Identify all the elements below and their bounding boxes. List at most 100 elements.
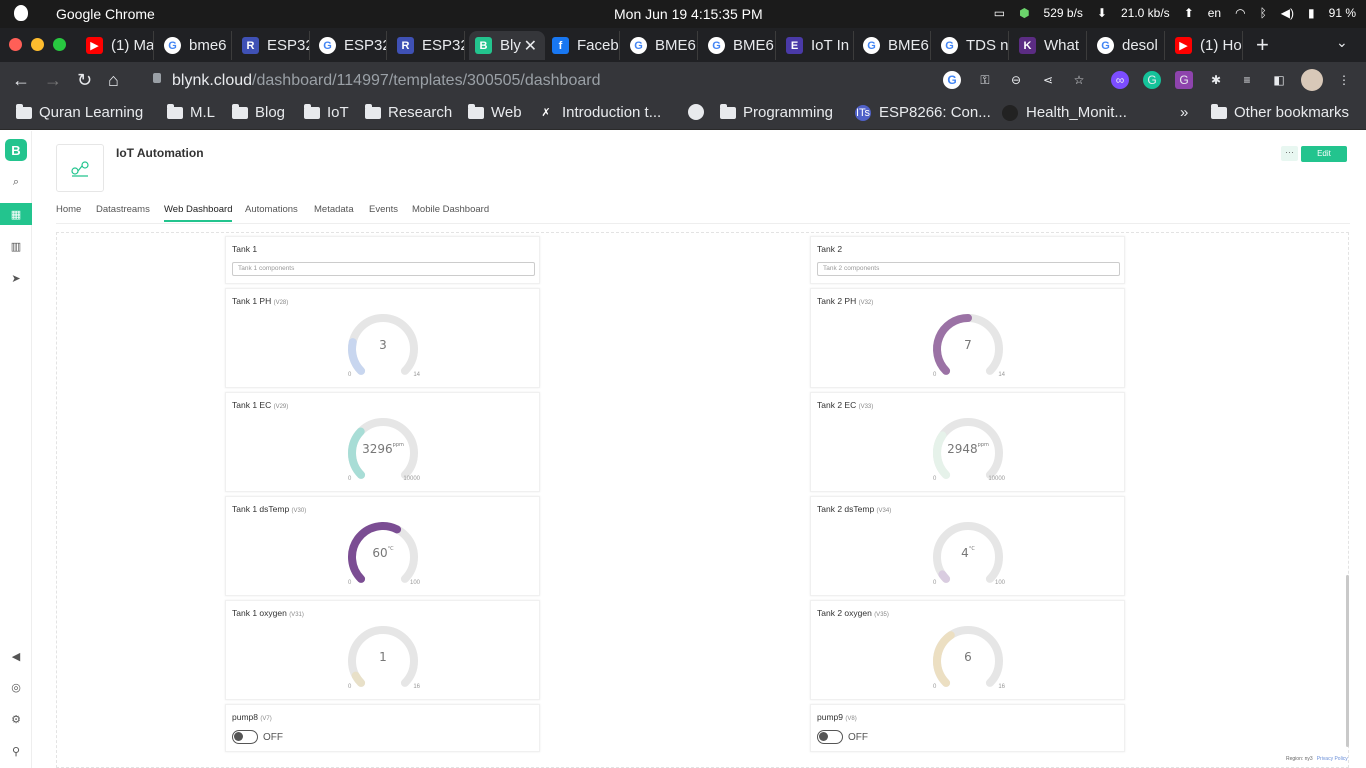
zoom-out-icon[interactable]: ⊖: [1007, 71, 1025, 89]
bookmark-item[interactable]: Blog: [232, 103, 286, 121]
browser-tab[interactable]: E IoT In: [780, 31, 854, 60]
pump-toggle[interactable]: OFF: [817, 730, 868, 744]
grammarly-icon[interactable]: G: [1143, 71, 1161, 89]
browser-tab[interactable]: K What: [1013, 31, 1087, 60]
page-scrollbar[interactable]: [1346, 575, 1349, 747]
gauge-widget[interactable]: Tank 1 EC (V29) 3296ppm 0 10000: [225, 392, 540, 492]
bookmark-item[interactable]: Quran Learning: [16, 103, 143, 121]
google-lens-icon[interactable]: G: [943, 71, 961, 89]
bookmark-item[interactable]: M.L: [167, 103, 215, 121]
browser-tab[interactable]: G ESP32: [313, 31, 387, 60]
reading-list-icon[interactable]: ≡: [1238, 71, 1256, 89]
r-icon: R: [242, 37, 259, 54]
browser-tab[interactable]: ▶ (1) Ho: [1169, 31, 1243, 60]
gauge-widget[interactable]: Tank 2 oxygen (V35) 6 0 16: [810, 600, 1125, 700]
tab-mobile-dashboard[interactable]: Mobile Dashboard: [412, 204, 489, 220]
tab-events[interactable]: Events: [369, 204, 398, 220]
pump-toggle[interactable]: OFF: [232, 730, 283, 744]
help-lifebuoy-icon[interactable]: ◎: [0, 676, 32, 698]
bookmark-item[interactable]: ITs ESP8266: Con...: [855, 104, 991, 121]
organization-icon[interactable]: ▥: [0, 235, 32, 257]
more-options-button[interactable]: ···: [1281, 146, 1298, 161]
browser-tab[interactable]: G BME6: [624, 31, 698, 60]
bookmark-item[interactable]: Programming: [720, 103, 833, 121]
browser-tab[interactable]: R ESP32: [236, 31, 310, 60]
browser-tab[interactable]: f Faceb: [546, 31, 620, 60]
tab-web-dashboard[interactable]: Web Dashboard: [164, 204, 233, 222]
system-clock[interactable]: Mon Jun 19 4:15:35 PM: [614, 6, 763, 22]
bookmark-star-icon[interactable]: ☆: [1070, 71, 1088, 89]
chrome-menu-icon[interactable]: ⋮: [1335, 71, 1353, 89]
toggle-switch[interactable]: [232, 730, 258, 744]
browser-tab-title: Faceb: [577, 37, 619, 54]
bookmark-item[interactable]: Web: [468, 103, 522, 121]
bluetooth-icon[interactable]: ᛒ: [1260, 6, 1267, 20]
gauge-widget[interactable]: Tank 1 dsTemp (V30) 60°C 0 100: [225, 496, 540, 596]
browser-tab[interactable]: B Bly ✕: [469, 31, 545, 60]
bookmarks-overflow-chevron-icon[interactable]: »: [1180, 104, 1188, 121]
tank-components-field[interactable]: Tank 1 components: [232, 262, 535, 276]
home-icon[interactable]: ⌂: [108, 70, 119, 91]
close-tab-icon[interactable]: ✕: [524, 36, 537, 56]
bookmark-label: Blog: [255, 104, 286, 121]
translate-extension-icon[interactable]: G: [1175, 71, 1193, 89]
bookmark-item[interactable]: IoT: [304, 103, 349, 121]
gauge-widget[interactable]: Tank 2 PH (V32) 7 0 14: [810, 288, 1125, 388]
bookmark-item[interactable]: Research: [365, 103, 452, 121]
bookmark-item[interactable]: ✗ Introduction t...: [538, 104, 661, 121]
tank-components-field[interactable]: Tank 2 components: [817, 262, 1120, 276]
apple-icon[interactable]: [14, 5, 28, 21]
bookmark-item[interactable]: Health_Monit...: [1002, 104, 1127, 121]
templates-grid-icon[interactable]: ▦: [0, 203, 32, 225]
monitor-icon[interactable]: ▭: [994, 6, 1005, 20]
facebook-icon: f: [552, 37, 569, 54]
battery-level[interactable]: 91 %: [1329, 6, 1356, 20]
browser-tab[interactable]: R ESP32: [391, 31, 465, 60]
lock-icon[interactable]: [153, 73, 161, 83]
address-bar[interactable]: blynk.cloud/dashboard/114997/templates/3…: [172, 72, 600, 90]
send-icon[interactable]: ➤: [0, 267, 32, 289]
battery-icon[interactable]: ▮: [1308, 6, 1315, 20]
volume-icon[interactable]: ◀): [1281, 6, 1294, 20]
other-bookmarks[interactable]: Other bookmarks: [1211, 103, 1349, 121]
language-indicator[interactable]: en: [1208, 6, 1221, 20]
share-icon[interactable]: ⋖: [1039, 71, 1057, 89]
extensions-puzzle-icon[interactable]: ✱: [1207, 71, 1225, 89]
shield-icon[interactable]: ⬢: [1019, 6, 1029, 20]
browser-tab[interactable]: G BME6: [857, 31, 931, 60]
tab-metadata[interactable]: Metadata: [314, 204, 354, 220]
active-app-name[interactable]: Google Chrome: [56, 6, 155, 22]
browser-tab[interactable]: ▶ (1) Ma: [80, 31, 154, 60]
gauge-value-number: 7: [964, 338, 972, 352]
key-icon[interactable]: ⚿: [976, 71, 994, 89]
profile-avatar[interactable]: [1301, 69, 1323, 91]
edit-button[interactable]: Edit: [1301, 146, 1347, 162]
reload-icon[interactable]: ↻: [77, 70, 92, 91]
user-icon[interactable]: ⚲: [0, 740, 32, 762]
tab-datastreams[interactable]: Datastreams: [96, 204, 150, 220]
back-arrow-icon[interactable]: ←: [12, 70, 30, 91]
tab-search-chevron-icon[interactable]: ⌄: [1336, 34, 1348, 51]
new-tab-button[interactable]: +: [1256, 32, 1269, 58]
browser-tab[interactable]: Gbme6: [158, 31, 232, 60]
gauge-widget[interactable]: Tank 1 oxygen (V31) 1 0 16: [225, 600, 540, 700]
toggle-switch[interactable]: [817, 730, 843, 744]
gauge-widget[interactable]: Tank 2 dsTemp (V34) 4°C 0 100: [810, 496, 1125, 596]
privacy-policy-link[interactable]: Privacy Policy: [1317, 756, 1348, 762]
settings-gear-icon[interactable]: ⚙: [0, 708, 32, 730]
side-panel-icon[interactable]: ◧: [1270, 71, 1288, 89]
wifi-icon[interactable]: ◠: [1235, 6, 1245, 20]
bookmark-item[interactable]: [688, 104, 712, 120]
tab-automations[interactable]: Automations: [245, 204, 298, 220]
gauge-widget[interactable]: Tank 2 EC (V33) 2948ppm 0 10000: [810, 392, 1125, 492]
search-icon[interactable]: ⌕: [0, 171, 32, 193]
tab-home[interactable]: Home: [56, 204, 81, 220]
gauge-widget[interactable]: Tank 1 PH (V28) 3 0 14: [225, 288, 540, 388]
browser-tab[interactable]: Gdesol: [1091, 31, 1165, 60]
link-extension-icon[interactable]: ∞: [1111, 71, 1129, 89]
megaphone-icon[interactable]: ◀: [0, 645, 32, 667]
browser-tab[interactable]: G BME6: [702, 31, 776, 60]
browser-tab[interactable]: G TDS n: [935, 31, 1009, 60]
blynk-logo[interactable]: B: [5, 139, 27, 161]
forward-arrow-icon[interactable]: →: [44, 70, 62, 91]
